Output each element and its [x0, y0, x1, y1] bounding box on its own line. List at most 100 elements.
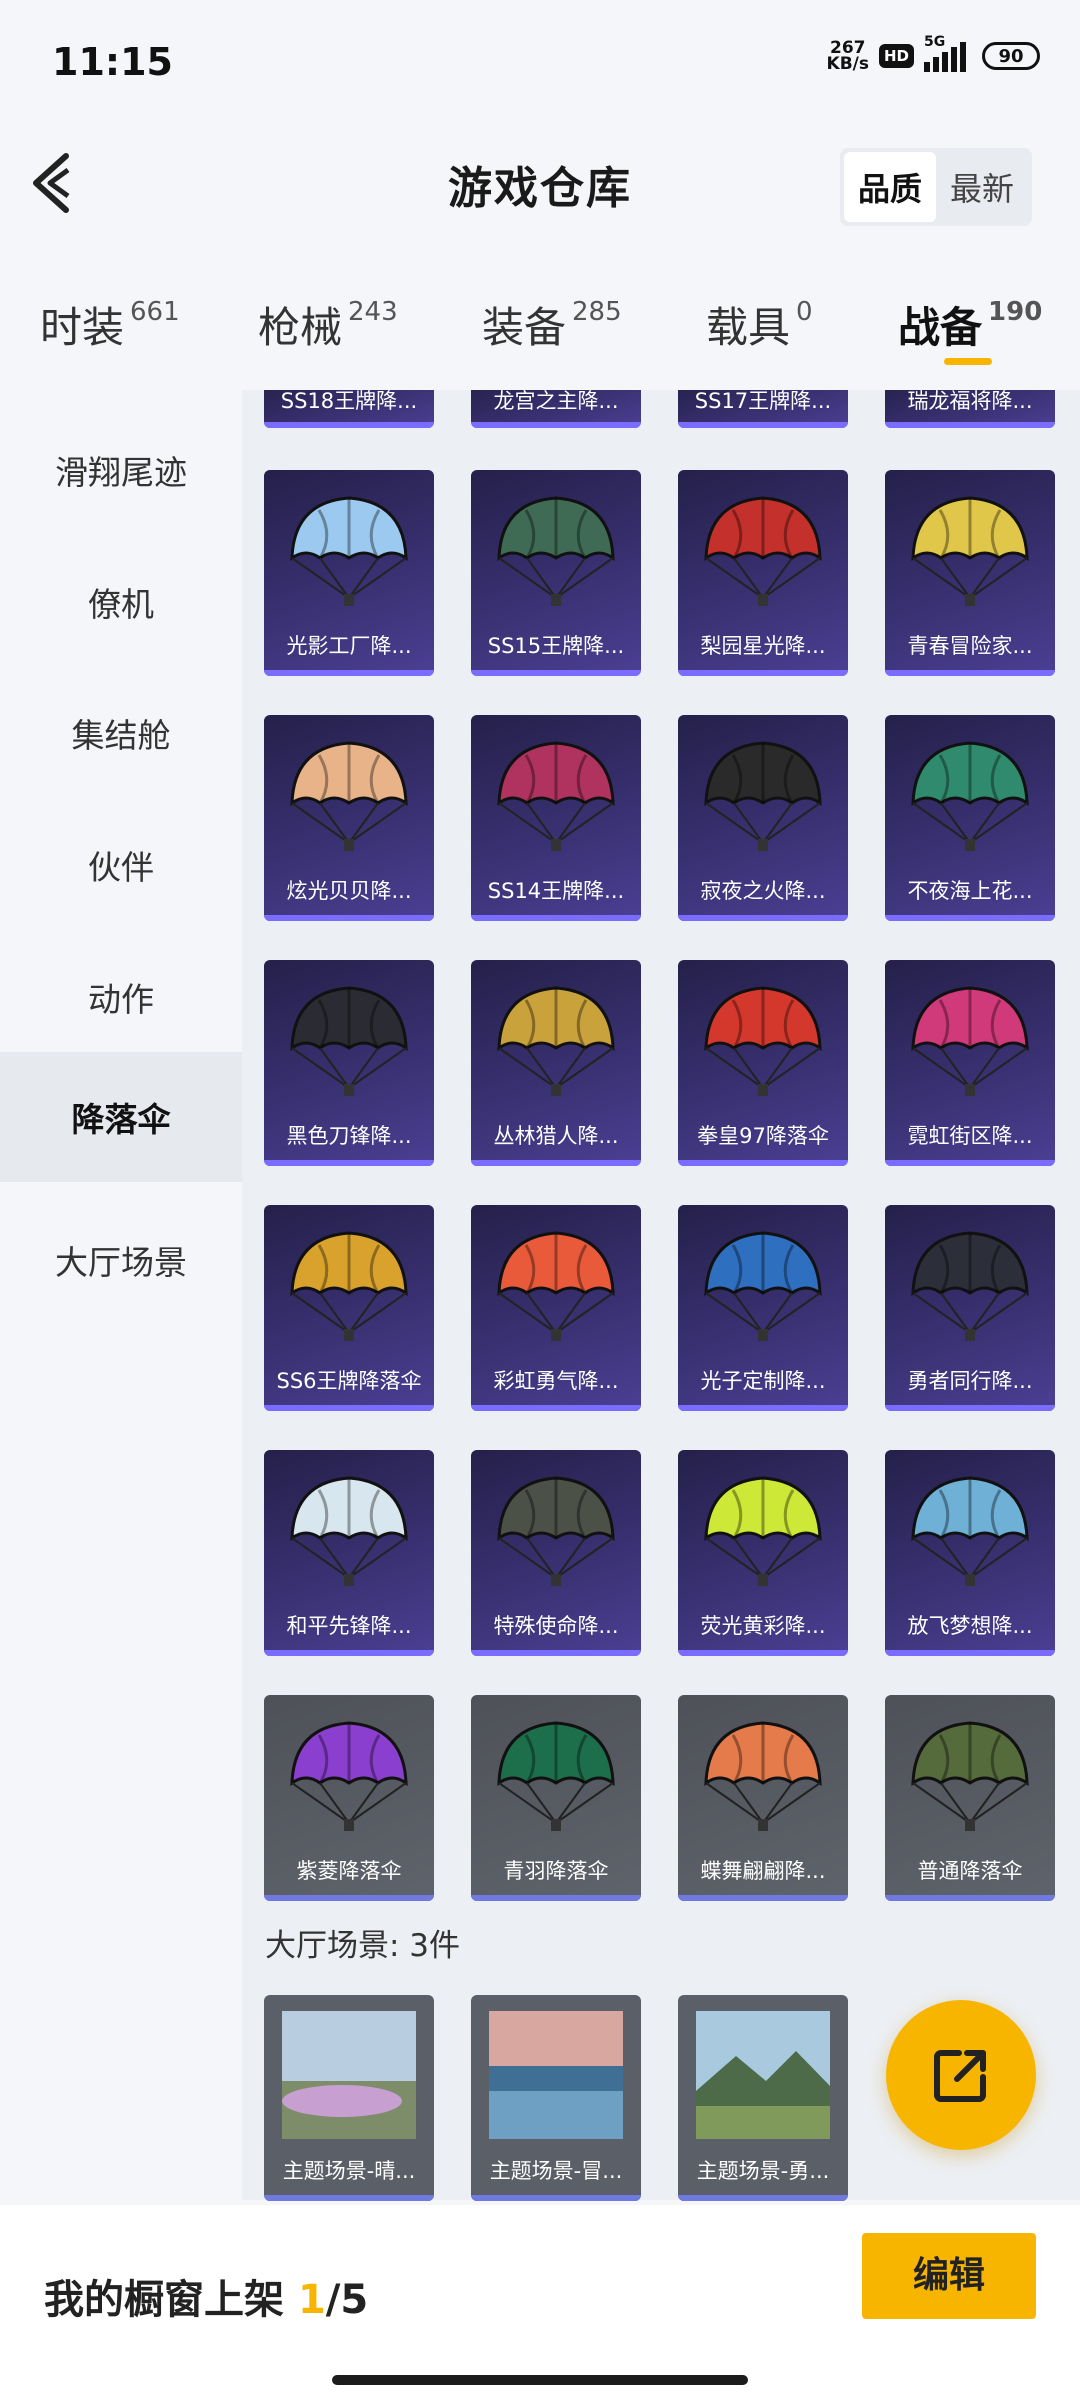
rarity-bar: [471, 1405, 641, 1411]
item-card[interactable]: 特殊使命降...: [471, 1450, 641, 1656]
item-label: 寂夜之火降...: [700, 879, 826, 903]
item-card[interactable]: 不夜海上花...: [885, 715, 1055, 921]
item-card[interactable]: 放飞梦想降...: [885, 1450, 1055, 1656]
share-button[interactable]: [886, 2000, 1036, 2150]
scene-image: [282, 2011, 416, 2139]
sidebar-item-partner[interactable]: 伙伴: [0, 800, 242, 930]
hd-icon: HD: [878, 44, 914, 68]
item-card[interactable]: 紫菱降落伞: [264, 1695, 434, 1901]
sidebar-item-wingman[interactable]: 僚机: [0, 537, 242, 667]
item-card[interactable]: 青春冒险家...: [885, 470, 1055, 676]
item-card[interactable]: 和平先锋降...: [264, 1450, 434, 1656]
parachute-icon: [290, 1476, 408, 1586]
rarity-bar: [471, 1895, 641, 1901]
lobby-section-title: 大厅场景: 3件: [265, 1928, 461, 1964]
item-label: SS6王牌降落伞: [276, 1369, 422, 1393]
item-card-partial[interactable]: SS18王牌降...: [264, 390, 434, 428]
item-card[interactable]: 炫光贝贝降...: [264, 715, 434, 921]
sort-newest-button[interactable]: 最新: [936, 152, 1028, 222]
item-label: 霓虹街区降...: [907, 1124, 1033, 1148]
sidebar-item-pod[interactable]: 集结舱: [0, 668, 242, 798]
item-label: 丛林猎人降...: [493, 1124, 619, 1148]
item-label: 紫菱降落伞: [296, 1859, 402, 1883]
item-label: 和平先锋降...: [286, 1614, 412, 1638]
rarity-bar: [471, 915, 641, 921]
item-label: 青春冒险家...: [907, 634, 1033, 658]
rarity-bar: [885, 670, 1055, 676]
rarity-bar: [885, 1895, 1055, 1901]
item-card[interactable]: SS14王牌降...: [471, 715, 641, 921]
parachute-icon: [704, 1721, 822, 1831]
rarity-bar: [678, 915, 848, 921]
sidebar-item-emote[interactable]: 动作: [0, 932, 242, 1062]
edit-button[interactable]: 编辑: [862, 2233, 1036, 2319]
item-card-partial[interactable]: 龙宫之主降...: [471, 390, 641, 428]
rarity-bar: [678, 1650, 848, 1656]
item-label: SS15王牌降...: [487, 634, 625, 658]
item-label: 光子定制降...: [700, 1369, 826, 1393]
item-card[interactable]: 彩虹勇气降...: [471, 1205, 641, 1411]
sidebar-item-parachute[interactable]: 降落伞: [0, 1052, 242, 1182]
item-card[interactable]: 寂夜之火降...: [678, 715, 848, 921]
scene-image: [489, 2011, 623, 2139]
scene-image: [696, 2011, 830, 2139]
item-card[interactable]: 光影工厂降...: [264, 470, 434, 676]
item-card[interactable]: 光子定制降...: [678, 1205, 848, 1411]
rarity-bar: [471, 1160, 641, 1166]
item-card[interactable]: SS15王牌降...: [471, 470, 641, 676]
network-speed: 267 KB/s: [826, 38, 869, 74]
item-label: SS14王牌降...: [487, 879, 625, 903]
tab-vehicles[interactable]: 载具 0: [706, 294, 813, 355]
status-icons: 267 KB/s HD 5G 90: [826, 34, 1040, 74]
item-label: 不夜海上花...: [907, 879, 1033, 903]
rarity-bar: [264, 1895, 434, 1901]
sidebar-item-glide-trail[interactable]: 滑翔尾迹: [0, 405, 242, 535]
item-label: 黑色刀锋降...: [286, 1124, 412, 1148]
item-card-partial[interactable]: 瑞龙福将降...: [885, 390, 1055, 428]
tab-equipment[interactable]: 装备 285: [482, 294, 622, 355]
scene-card[interactable]: 主题场景-勇...: [678, 1995, 848, 2201]
parachute-icon: [911, 1231, 1029, 1341]
item-card[interactable]: 梨园星光降...: [678, 470, 848, 676]
item-card[interactable]: 荧光黄彩降...: [678, 1450, 848, 1656]
item-card-partial[interactable]: SS17王牌降...: [678, 390, 848, 428]
tab-fashion[interactable]: 时装 661: [40, 294, 180, 355]
sidebar-item-lobby-scene[interactable]: 大厅场景: [0, 1195, 242, 1325]
tab-guns[interactable]: 枪械 243: [258, 294, 398, 355]
bottom-bar: 我的橱窗上架 1/5 编辑: [0, 2205, 1080, 2400]
item-label: 特殊使命降...: [493, 1614, 619, 1638]
rarity-bar: [264, 1160, 434, 1166]
rarity-bar: [678, 1405, 848, 1411]
item-card[interactable]: SS6王牌降落伞: [264, 1205, 434, 1411]
parachute-icon: [497, 986, 615, 1096]
item-card[interactable]: 青羽降落伞: [471, 1695, 641, 1901]
item-card[interactable]: 丛林猎人降...: [471, 960, 641, 1166]
item-label: 光影工厂降...: [286, 634, 412, 658]
scene-card[interactable]: 主题场景-冒...: [471, 1995, 641, 2201]
item-card[interactable]: 霓虹街区降...: [885, 960, 1055, 1166]
parachute-icon: [704, 986, 822, 1096]
item-card[interactable]: 勇者同行降...: [885, 1205, 1055, 1411]
tab-combat-gear[interactable]: 战备 190: [898, 294, 1042, 365]
parachute-icon: [911, 741, 1029, 851]
item-label: 放飞梦想降...: [907, 1614, 1033, 1638]
sort-quality-button[interactable]: 品质: [843, 152, 936, 222]
sort-toggle: 品质 最新: [839, 148, 1032, 226]
scene-card[interactable]: 主题场景-晴...: [264, 1995, 434, 2201]
item-label: 荧光黄彩降...: [700, 1614, 826, 1638]
item-card[interactable]: 黑色刀锋降...: [264, 960, 434, 1166]
share-icon: [934, 2050, 986, 2102]
signal-icon: 5G: [924, 34, 966, 72]
item-label: 蝶舞翩翩降...: [700, 1859, 826, 1883]
item-card[interactable]: 蝶舞翩翩降...: [678, 1695, 848, 1901]
parachute-icon: [290, 986, 408, 1096]
rarity-bar: [264, 670, 434, 676]
item-card[interactable]: 拳皇97降落伞: [678, 960, 848, 1166]
item-label: 勇者同行降...: [907, 1369, 1033, 1393]
sidebar: 滑翔尾迹 僚机 集结舱 伙伴 动作 降落伞 大厅场景: [0, 390, 242, 2200]
item-label: 普通降落伞: [917, 1859, 1023, 1883]
showcase-status: 我的橱窗上架 1/5: [44, 2277, 369, 2323]
item-label: 梨园星光降...: [700, 634, 826, 658]
item-card[interactable]: 普通降落伞: [885, 1695, 1055, 1901]
parachute-icon: [497, 1476, 615, 1586]
